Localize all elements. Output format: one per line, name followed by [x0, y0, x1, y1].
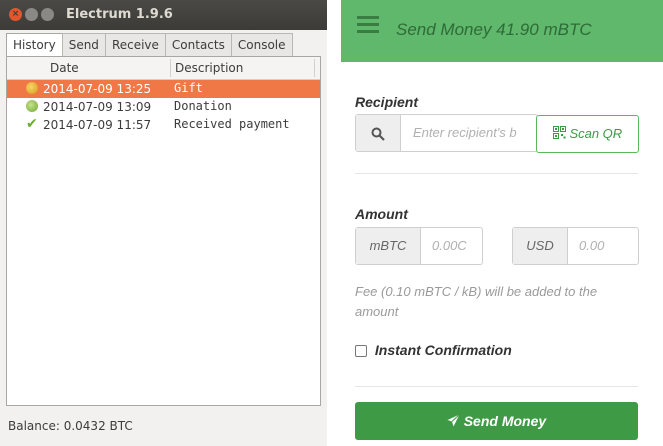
- instant-confirmation-label[interactable]: Instant Confirmation: [375, 342, 512, 358]
- tab-receive[interactable]: Receive: [104, 33, 166, 56]
- tab-send[interactable]: Send: [61, 33, 106, 56]
- row-description: Received payment: [174, 117, 290, 131]
- btc-amount-input[interactable]: 0.00C: [432, 228, 478, 264]
- close-window-icon[interactable]: ×: [9, 8, 22, 21]
- row-date: 2014-07-09 13:25: [43, 82, 152, 96]
- btc-unit: mBTC: [356, 228, 421, 264]
- page-title: Send Money 41.90 mBTC: [396, 20, 592, 39]
- pending-clock-icon: [26, 82, 38, 94]
- search-icon: [356, 115, 401, 151]
- paper-plane-icon: [447, 413, 464, 429]
- tab-contacts[interactable]: Contacts: [164, 33, 232, 56]
- column-divider[interactable]: [314, 59, 315, 77]
- qr-code-icon: [552, 126, 570, 141]
- row-date: 2014-07-09 13:09: [43, 100, 152, 114]
- recipient-label: Recipient: [355, 94, 419, 110]
- amount-label: Amount: [355, 206, 408, 222]
- row-date: 2014-07-09 11:57: [43, 118, 152, 132]
- row-description: Donation: [174, 99, 232, 113]
- column-header-date[interactable]: Date: [50, 61, 79, 75]
- window-title: Electrum 1.9.6: [66, 7, 173, 22]
- tab-bar: History Send Receive Contacts Console: [6, 33, 293, 57]
- confirmed-check-icon: ✔: [26, 116, 38, 132]
- balance-text: Balance: 0.0432 BTC: [8, 419, 133, 433]
- column-divider[interactable]: [170, 59, 171, 77]
- title-bar: × Electrum 1.9.6: [0, 0, 327, 30]
- fiat-unit: USD: [513, 228, 568, 264]
- send-money-button[interactable]: Send Money: [355, 402, 638, 440]
- send-money-label: Send Money: [463, 413, 547, 429]
- status-bar: Balance: 0.0432 BTC: [0, 410, 327, 446]
- history-table: Date Description 2014-07-09 13:25 Gift 2…: [6, 56, 321, 406]
- fiat-amount-group: USD 0.00: [512, 227, 639, 265]
- btc-amount-group: mBTC 0.00C: [355, 227, 483, 265]
- mobile-send-page: Send Money 41.90 mBTC Recipient Enter re…: [341, 0, 663, 446]
- partial-clock-icon: [26, 100, 38, 112]
- page-header: Send Money 41.90 mBTC: [341, 0, 663, 62]
- column-header-description[interactable]: Description: [175, 61, 243, 75]
- history-rows: 2014-07-09 13:25 Gift 2014-07-09 13:09 D…: [7, 80, 320, 134]
- scan-qr-label: Scan QR: [569, 126, 623, 141]
- instant-confirmation-checkbox[interactable]: [355, 345, 367, 358]
- tab-history[interactable]: History: [6, 33, 63, 57]
- fee-note: Fee (0.10 mBTC / kB) will be added to th…: [355, 284, 598, 319]
- tab-console[interactable]: Console: [230, 33, 293, 56]
- hamburger-icon[interactable]: [357, 16, 379, 33]
- recipient-input-group: Enter recipient's b: [355, 114, 538, 152]
- table-row[interactable]: 2014-07-09 13:25 Gift: [7, 80, 320, 98]
- divider: [355, 386, 638, 387]
- maximize-window-icon[interactable]: [41, 8, 54, 21]
- electrum-window: × Electrum 1.9.6 History Send Receive Co…: [0, 0, 327, 446]
- fiat-amount-input[interactable]: 0.00: [579, 228, 635, 264]
- divider: [355, 173, 638, 174]
- table-row[interactable]: ✔ 2014-07-09 11:57 Received payment: [7, 116, 320, 134]
- recipient-input[interactable]: Enter recipient's b: [413, 115, 533, 151]
- scan-qr-button[interactable]: Scan QR: [536, 115, 639, 153]
- instant-confirmation-row: Instant Confirmation: [355, 342, 512, 358]
- minimize-window-icon[interactable]: [25, 8, 38, 21]
- table-row[interactable]: 2014-07-09 13:09 Donation: [7, 98, 320, 116]
- row-description: Gift: [174, 81, 203, 95]
- table-header: Date Description: [7, 57, 320, 80]
